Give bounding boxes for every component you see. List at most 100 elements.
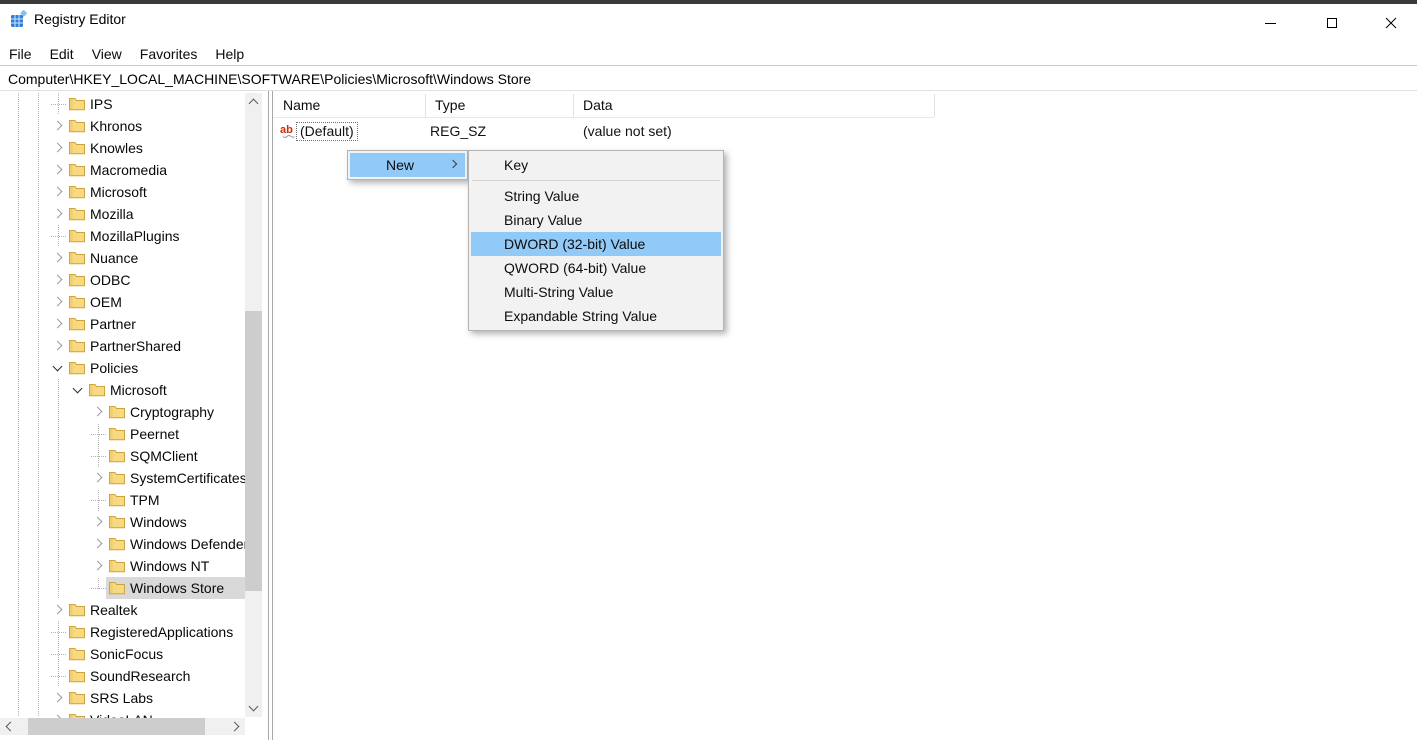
tree-item-partner[interactable]: Partner xyxy=(0,313,245,335)
tree-item-content[interactable]: MozillaPlugins xyxy=(66,225,182,247)
tree-item-content[interactable]: Khronos xyxy=(66,115,145,137)
tree-item-content[interactable]: IPS xyxy=(66,93,116,115)
tree-item-content[interactable]: Windows xyxy=(106,511,190,533)
submenu-item-key[interactable]: Key xyxy=(471,153,721,177)
tree-item-content[interactable]: Windows Defender xyxy=(106,533,245,555)
tree-item-windows-defender[interactable]: Windows Defender xyxy=(0,533,245,555)
tree-item-windows-store[interactable]: Windows Store xyxy=(0,577,245,599)
expand-chevron-icon[interactable] xyxy=(90,555,106,577)
tree-item-peernet[interactable]: Peernet xyxy=(0,423,245,445)
expand-chevron-icon[interactable] xyxy=(50,599,66,621)
submenu-item-string-value[interactable]: String Value xyxy=(471,184,721,208)
value-row-default[interactable]: ab(Default)REG_SZ(value not set) xyxy=(273,120,1417,142)
collapse-chevron-icon[interactable] xyxy=(50,357,66,379)
submenu-item-binary-value[interactable]: Binary Value xyxy=(471,208,721,232)
tree-item-content[interactable]: SQMClient xyxy=(106,445,201,467)
submenu-item-expandable-string-value[interactable]: Expandable String Value xyxy=(471,304,721,328)
tree-item-content[interactable]: Realtek xyxy=(66,599,140,621)
expand-chevron-icon[interactable] xyxy=(50,203,66,225)
tree-item-cryptography[interactable]: Cryptography xyxy=(0,401,245,423)
tree-item-soundresearch[interactable]: SoundResearch xyxy=(0,665,245,687)
tree-item-content[interactable]: Windows NT xyxy=(106,555,212,577)
tree-item-content[interactable]: Windows Store xyxy=(106,577,245,599)
expand-chevron-icon[interactable] xyxy=(50,687,66,709)
tree-item-macromedia[interactable]: Macromedia xyxy=(0,159,245,181)
expand-chevron-icon[interactable] xyxy=(50,181,66,203)
tree-item-content[interactable]: RegisteredApplications xyxy=(66,621,236,643)
column-header-name[interactable]: Name xyxy=(273,93,320,118)
tree-item-content[interactable]: SoundResearch xyxy=(66,665,193,687)
tree-item-mozilla[interactable]: Mozilla xyxy=(0,203,245,225)
horizontal-scrollbar-thumb[interactable] xyxy=(28,718,205,735)
tree-item-content[interactable]: Cryptography xyxy=(106,401,217,423)
menubar-item-view[interactable]: View xyxy=(83,42,131,66)
tree-item-knowles[interactable]: Knowles xyxy=(0,137,245,159)
expand-chevron-icon[interactable] xyxy=(90,533,106,555)
expand-chevron-icon[interactable] xyxy=(50,137,66,159)
tree-item-content[interactable]: Partner xyxy=(66,313,139,335)
expand-chevron-icon[interactable] xyxy=(90,401,106,423)
tree-item-content[interactable]: Microsoft xyxy=(86,379,170,401)
close-button[interactable] xyxy=(1364,4,1417,42)
tree-item-systemcertificates[interactable]: SystemCertificates xyxy=(0,467,245,489)
maximize-button[interactable] xyxy=(1302,4,1362,42)
scroll-up-arrow-icon[interactable] xyxy=(245,93,262,110)
scroll-left-arrow-icon[interactable] xyxy=(0,718,17,735)
tree-item-content[interactable]: SystemCertificates xyxy=(106,467,245,489)
tree-item-content[interactable]: Macromedia xyxy=(66,159,170,181)
tree-item-nuance[interactable]: Nuance xyxy=(0,247,245,269)
expand-chevron-icon[interactable] xyxy=(50,269,66,291)
tree-item-tpm[interactable]: TPM xyxy=(0,489,245,511)
menubar-item-favorites[interactable]: Favorites xyxy=(131,42,207,66)
tree-item-sonicfocus[interactable]: SonicFocus xyxy=(0,643,245,665)
tree-item-content[interactable]: Peernet xyxy=(106,423,182,445)
submenu-item-qword-64-bit-value[interactable]: QWORD (64-bit) Value xyxy=(471,256,721,280)
expand-chevron-icon[interactable] xyxy=(50,709,66,718)
tree-item-registeredapplications[interactable]: RegisteredApplications xyxy=(0,621,245,643)
scroll-right-arrow-icon[interactable] xyxy=(228,718,245,735)
expand-chevron-icon[interactable] xyxy=(50,247,66,269)
tree-item-content[interactable]: VideoLAN xyxy=(66,709,156,718)
expand-chevron-icon[interactable] xyxy=(50,291,66,313)
submenu-item-multi-string-value[interactable]: Multi-String Value xyxy=(471,280,721,304)
expand-chevron-icon[interactable] xyxy=(50,159,66,181)
menubar-item-help[interactable]: Help xyxy=(206,42,253,66)
tree-item-content[interactable]: ODBC xyxy=(66,269,133,291)
tree-item-content[interactable]: PartnerShared xyxy=(66,335,184,357)
column-separator[interactable] xyxy=(934,94,935,117)
scroll-down-arrow-icon[interactable] xyxy=(245,700,262,717)
expand-chevron-icon[interactable] xyxy=(50,335,66,357)
menubar-item-file[interactable]: File xyxy=(0,42,41,66)
tree-item-odbc[interactable]: ODBC xyxy=(0,269,245,291)
tree-item-content[interactable]: Mozilla xyxy=(66,203,137,225)
tree-item-oem[interactable]: OEM xyxy=(0,291,245,313)
tree-item-content[interactable]: TPM xyxy=(106,489,163,511)
vertical-scrollbar-thumb[interactable] xyxy=(245,311,262,591)
tree-item-windows[interactable]: Windows xyxy=(0,511,245,533)
tree-item-microsoft[interactable]: Microsoft xyxy=(0,379,245,401)
tree-item-videolan[interactable]: VideoLAN xyxy=(0,709,245,718)
submenu-item-dword-32-bit-value[interactable]: DWORD (32-bit) Value xyxy=(471,232,721,256)
column-header-type[interactable]: Type xyxy=(425,93,465,118)
expand-chevron-icon[interactable] xyxy=(90,511,106,533)
tree-item-realtek[interactable]: Realtek xyxy=(0,599,245,621)
collapse-chevron-icon[interactable] xyxy=(70,379,86,401)
tree-item-khronos[interactable]: Khronos xyxy=(0,115,245,137)
tree-horizontal-scrollbar[interactable] xyxy=(0,718,245,735)
expand-chevron-icon[interactable] xyxy=(50,115,66,137)
tree-item-content[interactable]: Knowles xyxy=(66,137,146,159)
tree-item-windows-nt[interactable]: Windows NT xyxy=(0,555,245,577)
tree-item-content[interactable]: SRS Labs xyxy=(66,687,156,709)
tree-item-policies[interactable]: Policies xyxy=(0,357,245,379)
tree-item-content[interactable]: OEM xyxy=(66,291,125,313)
tree-item-partnershared[interactable]: PartnerShared xyxy=(0,335,245,357)
tree-vertical-scrollbar[interactable] xyxy=(245,93,262,717)
tree-item-sqmclient[interactable]: SQMClient xyxy=(0,445,245,467)
tree-item-content[interactable]: SonicFocus xyxy=(66,643,166,665)
tree-item-content[interactable]: Microsoft xyxy=(66,181,150,203)
tree-item-mozillaplugins[interactable]: MozillaPlugins xyxy=(0,225,245,247)
tree-item-srs-labs[interactable]: SRS Labs xyxy=(0,687,245,709)
tree-item-microsoft[interactable]: Microsoft xyxy=(0,181,245,203)
context-menu-item-new[interactable]: New xyxy=(350,153,465,177)
expand-chevron-icon[interactable] xyxy=(50,313,66,335)
